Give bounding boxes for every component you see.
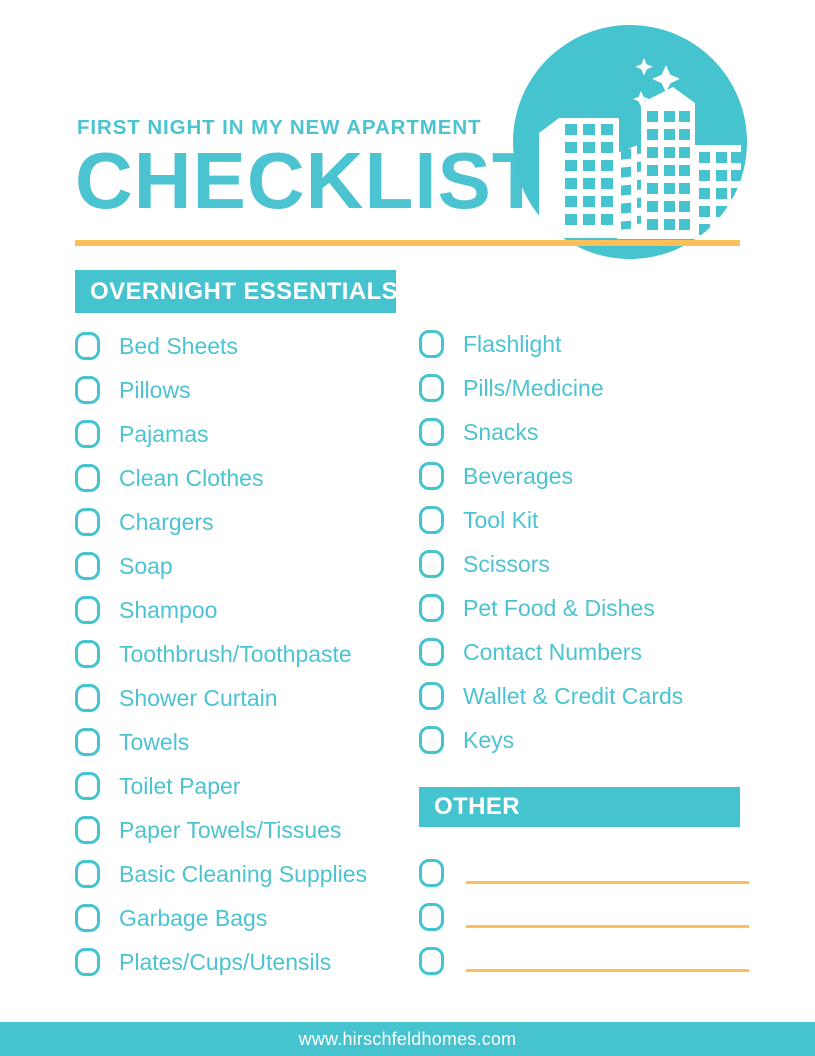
checkbox-icon[interactable]	[75, 420, 100, 448]
checkbox-icon[interactable]	[75, 640, 100, 668]
checklist-item[interactable]: Towels	[75, 720, 405, 764]
checkbox-icon[interactable]	[419, 903, 444, 931]
checkbox-icon[interactable]	[75, 464, 100, 492]
checklist-item[interactable]: Scissors	[419, 542, 749, 586]
checkbox-icon[interactable]	[419, 506, 444, 534]
checklist-item-label: Clean Clothes	[119, 464, 264, 491]
checklist-item[interactable]: Wallet & Credit Cards	[419, 674, 749, 718]
checklist-item[interactable]: Paper Towels/Tissues	[75, 808, 405, 852]
essentials-right-column: Flashlight Pills/Medicine Snacks Beverages T…	[419, 322, 749, 762]
checklist-item-label: Flashlight	[463, 330, 562, 357]
checklist-item-label: Scissors	[463, 550, 550, 577]
checklist-item-label: Toothbrush/Toothpaste	[119, 640, 352, 667]
page-footer: www.hirschfeldhomes.com	[0, 1022, 815, 1056]
checklist-item-label: Beverages	[463, 462, 573, 489]
checklist-item-label: Basic Cleaning Supplies	[119, 860, 368, 887]
checklist-item[interactable]: Chargers	[75, 500, 405, 544]
page-header: FIRST NIGHT IN MY NEW APARTMENT CHECKLIS…	[0, 0, 815, 259]
checklist-item-label: Towels	[119, 728, 190, 755]
checkbox-icon[interactable]	[419, 462, 444, 490]
checklist-item[interactable]: Bed Sheets	[75, 324, 405, 368]
checklist-item[interactable]: Plates/Cups/Utensils	[75, 940, 405, 984]
checklist-item[interactable]: Shower Curtain	[75, 676, 405, 720]
checkbox-icon[interactable]	[419, 594, 444, 622]
checklist-item-label: Garbage Bags	[119, 904, 268, 931]
checklist-item[interactable]: Snacks	[419, 410, 749, 454]
checklist-item[interactable]: Clean Clothes	[75, 456, 405, 500]
checklist-item-label: Keys	[463, 726, 515, 753]
other-writein-row[interactable]	[419, 939, 749, 983]
checklist-item[interactable]: Garbage Bags	[75, 896, 405, 940]
checklist-item[interactable]: Shampoo	[75, 588, 405, 632]
other-writein-line[interactable]	[466, 880, 749, 884]
header-divider	[75, 240, 740, 246]
section-header-other: OTHER	[419, 787, 740, 827]
checklist-item-label: Tool Kit	[463, 506, 539, 533]
checklist-item-label: Paper Towels/Tissues	[119, 816, 342, 843]
checkbox-icon[interactable]	[75, 596, 100, 624]
other-writein-line[interactable]	[466, 924, 749, 928]
section-header-other-label: OTHER	[434, 793, 520, 820]
checklist-item-label: Contact Numbers	[463, 638, 642, 665]
checkbox-icon[interactable]	[75, 860, 100, 888]
checklist-item-label: Bed Sheets	[119, 332, 238, 359]
night-city-skyline-icon	[513, 25, 747, 259]
checkbox-icon[interactable]	[75, 376, 100, 404]
section-header-essentials: OVERNIGHT ESSENTIALS	[75, 270, 399, 313]
checkbox-icon[interactable]	[75, 552, 100, 580]
other-writein-list	[419, 851, 749, 983]
checklist-item-label: Shower Curtain	[119, 684, 278, 711]
checkbox-icon[interactable]	[75, 772, 100, 800]
checklist-item[interactable]: Contact Numbers	[419, 630, 749, 674]
checklist-item[interactable]: Pillows	[75, 368, 405, 412]
checklist-item[interactable]: Pajamas	[75, 412, 405, 456]
checkbox-icon[interactable]	[75, 728, 100, 756]
essentials-left-column: Bed Sheets Pillows Pajamas Clean Clothes Cha…	[75, 324, 405, 984]
checkbox-icon[interactable]	[419, 726, 444, 754]
checklist-item-label: Pillows	[119, 376, 191, 403]
checklist-item-label: Shampoo	[119, 596, 218, 623]
checklist-item[interactable]: Toothbrush/Toothpaste	[75, 632, 405, 676]
checklist-item[interactable]: Tool Kit	[419, 498, 749, 542]
checklist-item[interactable]: Toilet Paper	[75, 764, 405, 808]
checklist-item-label: Pills/Medicine	[463, 374, 604, 401]
checklist-item-label: Soap	[119, 552, 173, 579]
checklist-item[interactable]: Pills/Medicine	[419, 366, 749, 410]
other-writein-row[interactable]	[419, 851, 749, 895]
checklist-page: FIRST NIGHT IN MY NEW APARTMENT CHECKLIS…	[0, 0, 815, 1056]
checkbox-icon[interactable]	[75, 948, 100, 976]
footer-website-url[interactable]: www.hirschfeldhomes.com	[299, 1029, 517, 1050]
checklist-item-label: Wallet & Credit Cards	[463, 682, 684, 709]
checkbox-icon[interactable]	[419, 638, 444, 666]
checkbox-icon[interactable]	[75, 816, 100, 844]
checkbox-icon[interactable]	[75, 904, 100, 932]
checkbox-icon[interactable]	[419, 947, 444, 975]
other-writein-row[interactable]	[419, 895, 749, 939]
checklist-item[interactable]: Flashlight	[419, 322, 749, 366]
checkbox-icon[interactable]	[75, 508, 100, 536]
other-writein-line[interactable]	[466, 968, 749, 972]
checkbox-icon[interactable]	[419, 374, 444, 402]
checkbox-icon[interactable]	[75, 684, 100, 712]
checklist-item-label: Snacks	[463, 418, 539, 445]
checkbox-icon[interactable]	[419, 330, 444, 358]
checkbox-icon[interactable]	[75, 332, 100, 360]
checklist-item[interactable]: Beverages	[419, 454, 749, 498]
checklist-item[interactable]: Pet Food & Dishes	[419, 586, 749, 630]
title-block: FIRST NIGHT IN MY NEW APARTMENT CHECKLIS…	[75, 117, 542, 225]
checklist-item[interactable]: Soap	[75, 544, 405, 588]
section-header-essentials-label: OVERNIGHT ESSENTIALS	[90, 277, 399, 305]
checklist-item[interactable]: Keys	[419, 718, 749, 762]
checkbox-icon[interactable]	[419, 418, 444, 446]
checklist-item[interactable]: Basic Cleaning Supplies	[75, 852, 405, 896]
checklist-item-label: Toilet Paper	[119, 772, 241, 799]
checklist-item-label: Pajamas	[119, 420, 209, 447]
checklist-item-label: Chargers	[119, 508, 214, 535]
page-title: CHECKLIST	[75, 135, 542, 225]
checkbox-icon[interactable]	[419, 550, 444, 578]
checkbox-icon[interactable]	[419, 859, 444, 887]
checklist-item-label: Plates/Cups/Utensils	[119, 948, 332, 975]
checklist-item-label: Pet Food & Dishes	[463, 594, 655, 621]
checkbox-icon[interactable]	[419, 682, 444, 710]
